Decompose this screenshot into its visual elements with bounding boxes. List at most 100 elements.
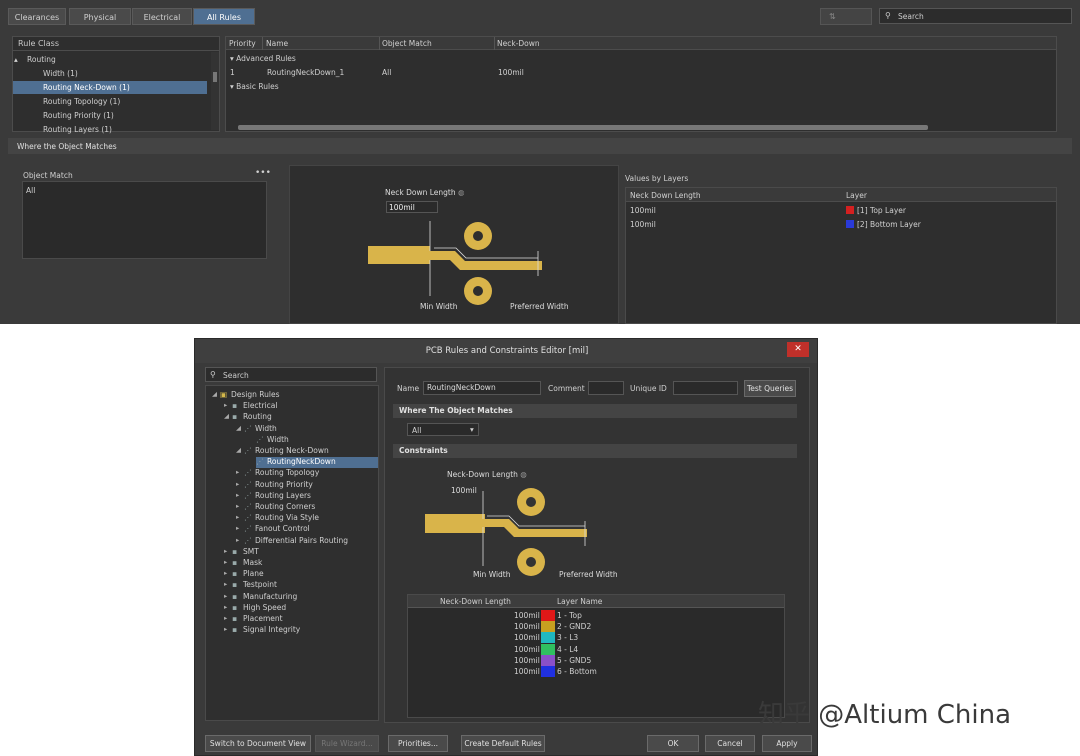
layer-color-swatch — [541, 666, 555, 677]
expand-icon[interactable]: ▸ — [224, 625, 227, 633]
table-row[interactable]: 100mil 5 - GND5 — [408, 654, 784, 666]
chevron-down-icon: ▾ — [470, 425, 474, 434]
rule-class-item[interactable]: Routing Topology (1) — [13, 95, 207, 108]
expand-icon[interactable]: ▸ — [224, 592, 227, 600]
rule-class-item[interactable]: Routing Neck-Down (1) — [13, 81, 207, 94]
more-icon[interactable]: ••• — [255, 168, 271, 178]
name-field[interactable]: RoutingNeckDown — [423, 381, 541, 395]
tree-item[interactable]: ▸ ▪ Manufacturing — [224, 592, 297, 603]
tree-item[interactable]: ▸ ⋰ Routing Corners — [236, 502, 315, 513]
tree-item[interactable]: ▸ ▪ Signal Integrity — [224, 625, 300, 636]
scrollbar[interactable] — [211, 52, 219, 130]
priorities-button[interactable]: Priorities... — [388, 735, 448, 752]
ok-button[interactable]: OK — [647, 735, 699, 752]
test-queries-button[interactable]: Test Queries — [744, 380, 796, 397]
tab-electrical[interactable]: Electrical — [132, 8, 192, 25]
tree-item[interactable]: ◢ ▪ Routing — [224, 412, 272, 423]
cancel-button[interactable]: Cancel — [705, 735, 755, 752]
tree-item[interactable]: ▸ ▪ Electrical — [224, 401, 277, 412]
table-row[interactable]: 100mil 2 - GND2 — [408, 621, 784, 633]
object-match-editor[interactable]: All — [22, 181, 267, 259]
col-name[interactable]: Name — [266, 39, 288, 48]
rule-icon: ⋰ — [244, 513, 252, 523]
rule-class-item[interactable]: Routing Priority (1) — [13, 109, 207, 122]
rule-class-item[interactable]: ▴ Routing — [13, 53, 207, 66]
create-default-rules-button[interactable]: Create Default Rules — [461, 735, 545, 752]
rule-class-item[interactable]: Width (1) — [13, 67, 207, 80]
expand-icon[interactable]: ▸ — [236, 513, 239, 521]
table-row[interactable]: 100mil 4 - L4 — [408, 643, 784, 655]
table-row[interactable]: 100mil [1] Top Layer — [626, 204, 1056, 217]
filter-icon: ⇅ — [829, 12, 836, 21]
match-select[interactable]: All ▾ — [407, 423, 479, 436]
rule-icon: ▪ — [232, 614, 238, 623]
tab-physical[interactable]: Physical — [69, 8, 131, 25]
tree-item[interactable]: ▸ ▪ Placement — [224, 614, 283, 625]
tree-item[interactable]: ▸ ▪ Plane — [224, 569, 264, 580]
group-basic-rules[interactable]: ▾ Basic Rules — [230, 82, 279, 91]
expand-icon[interactable]: ◢ — [212, 390, 217, 398]
apply-button[interactable]: Apply — [762, 735, 812, 752]
tree-item[interactable]: ◢ ▣ Design Rules — [212, 390, 280, 401]
rules-editor-dialog: PCB Rules and Constraints Editor [mil] ✕… — [194, 338, 818, 756]
tree-item[interactable]: ▸ ⋰ Routing Via Style — [236, 513, 319, 524]
expand-icon[interactable]: ▸ — [236, 480, 239, 488]
table-row[interactable]: 1 RoutingNeckDown_1 All 100mil — [226, 65, 606, 79]
expand-icon[interactable]: ▸ — [224, 569, 227, 577]
tree-item[interactable]: ▸ ⋰ Fanout Control — [236, 524, 310, 535]
expand-icon[interactable]: ▴ — [14, 55, 18, 64]
table-row[interactable]: 100mil 3 - L3 — [408, 632, 784, 644]
expand-icon[interactable]: ▸ — [224, 547, 227, 555]
col-object-match[interactable]: Object Match — [382, 39, 432, 48]
close-button[interactable]: ✕ — [787, 342, 809, 357]
tree-item[interactable]: ▸ ⋰ Routing Topology — [236, 468, 319, 479]
col-priority[interactable]: Priority — [229, 39, 256, 48]
horizontal-scrollbar[interactable] — [238, 125, 928, 130]
expand-icon[interactable]: ▸ — [224, 603, 227, 611]
table-row[interactable]: 100mil 6 - Bottom — [408, 666, 784, 677]
tree-item[interactable]: ▸ ▪ Mask — [224, 558, 262, 569]
comment-field[interactable] — [588, 381, 624, 395]
expand-icon[interactable]: ◢ — [236, 446, 241, 454]
table-row[interactable]: 100mil 1 - Top — [408, 610, 784, 621]
expand-icon[interactable]: ▸ — [236, 491, 239, 499]
search-input[interactable]: ⚲ Search — [879, 8, 1072, 24]
trace-illustration — [368, 221, 542, 305]
tree-search-input[interactable]: ⚲ Search — [205, 367, 377, 382]
tab-all-rules[interactable]: All Rules — [193, 8, 255, 25]
unique-id-field[interactable] — [673, 381, 738, 395]
group-advanced-rules[interactable]: ▾ Advanced Rules — [230, 54, 296, 63]
expand-icon[interactable]: ▸ — [224, 580, 227, 588]
rule-class-item[interactable]: Routing Layers (1) — [13, 123, 207, 136]
tree-item[interactable]: ▸ ⋰ Differential Pairs Routing — [236, 536, 348, 547]
filter-button[interactable]: ⇅ — [820, 8, 872, 25]
expand-icon[interactable]: ◢ — [236, 424, 241, 432]
expand-icon[interactable]: ▸ — [236, 502, 239, 510]
tree-item[interactable]: ◢ ⋰ Routing Neck-Down — [236, 446, 329, 457]
expand-icon[interactable]: ▸ — [224, 401, 227, 409]
expand-icon[interactable]: ◢ — [224, 412, 229, 420]
expand-icon[interactable]: ▸ — [236, 468, 239, 476]
expand-icon[interactable]: ▸ — [236, 524, 239, 532]
switch-view-button[interactable]: Switch to Document View — [205, 735, 311, 752]
expand-icon[interactable]: ▸ — [224, 558, 227, 566]
neckdown-diagram: Neck Down Length ◍ 100mil Min Width Pref… — [289, 165, 619, 324]
tab-clearances[interactable]: Clearances — [8, 8, 66, 25]
expand-icon[interactable]: ▸ — [236, 536, 239, 544]
preferred-width-label: Preferred Width — [510, 302, 569, 311]
tree-item[interactable]: ▸ ⋰ Routing Layers — [236, 491, 311, 502]
tree-item[interactable]: ▸ ▪ Testpoint — [224, 580, 277, 591]
expand-icon[interactable]: ▸ — [224, 614, 227, 622]
tree-item[interactable]: ▸ ▪ High Speed — [224, 603, 286, 614]
rule-icon: ▪ — [232, 625, 238, 635]
tree-item[interactable]: ◢ ⋰ Width — [236, 424, 277, 435]
tree-item[interactable]: ▸ ▪ SMT — [224, 547, 259, 558]
tree-item[interactable]: ▸ ⋰ Routing Priority — [236, 480, 313, 491]
rule-wizard-button[interactable]: Rule Wizard... — [315, 735, 379, 752]
col-neck-down[interactable]: Neck-Down — [497, 39, 540, 48]
rule-icon: ⋰ — [244, 468, 252, 478]
tree-item[interactable]: ⋰ RoutingNeckDown — [256, 457, 378, 468]
tree-item[interactable]: ⋰ Width — [256, 435, 289, 446]
search-icon: ⚲ — [885, 11, 891, 20]
table-row[interactable]: 100mil [2] Bottom Layer — [626, 218, 1056, 231]
